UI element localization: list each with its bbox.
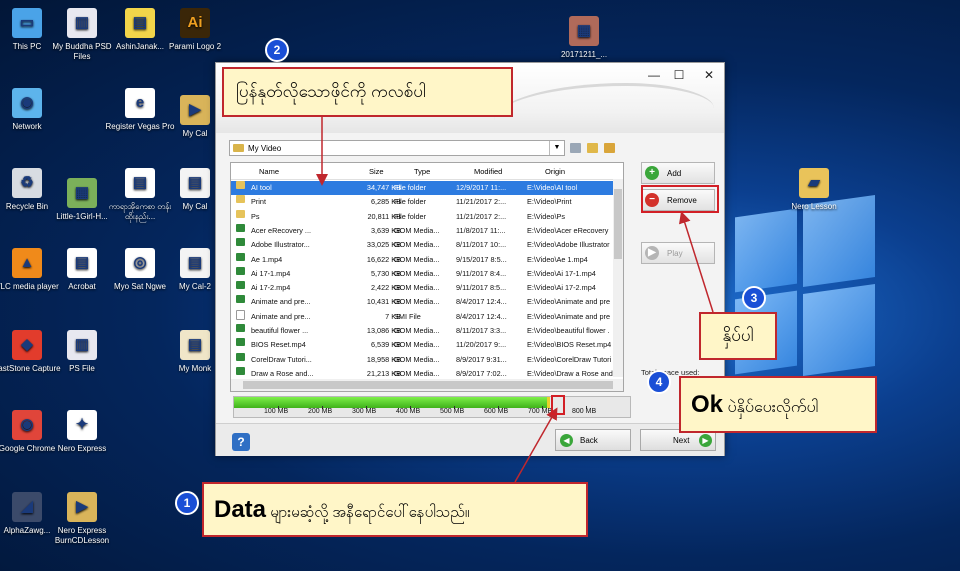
- arrow-step1: [514, 407, 558, 483]
- step-badge-3: 3: [742, 286, 766, 310]
- remove-highlight: [641, 185, 719, 213]
- capacity-highlight: [551, 395, 565, 415]
- callout-step4-text: ပဲနှိပ်ပေးလိုက်ပါ: [723, 399, 819, 416]
- step-badge-4: 4: [647, 370, 671, 394]
- step-badge-1: 1: [175, 491, 199, 515]
- callout-step4: Ok ပဲနှိပ်ပေးလိုက်ပါ: [679, 376, 877, 433]
- callout-step1-text: များမဆံ့လို့ အနီရောင်ပေါ်နေပါသည်။: [266, 504, 470, 521]
- callout-step3: နှိပ်ပါ: [699, 312, 777, 360]
- step-badge-2: 2: [265, 38, 289, 62]
- callout-step2: ပြန်နုတ်လိုသောဖိုင်ကို ကလစ်ပါ: [222, 67, 513, 117]
- callout-step1: Data များမဆံ့လို့ အနီရောင်ပေါ်နေပါသည်။: [202, 482, 588, 537]
- callout-step3-text: နှိပ်ပါ: [722, 326, 754, 345]
- arrow-step3: [678, 211, 714, 313]
- callout-step1-bold: Data: [214, 496, 267, 523]
- callout-step4-bold: Ok: [691, 391, 724, 418]
- callout-step2-text: ပြန်နုတ်လိုသောဖိုင်ကို ကလစ်ပါ: [236, 82, 426, 101]
